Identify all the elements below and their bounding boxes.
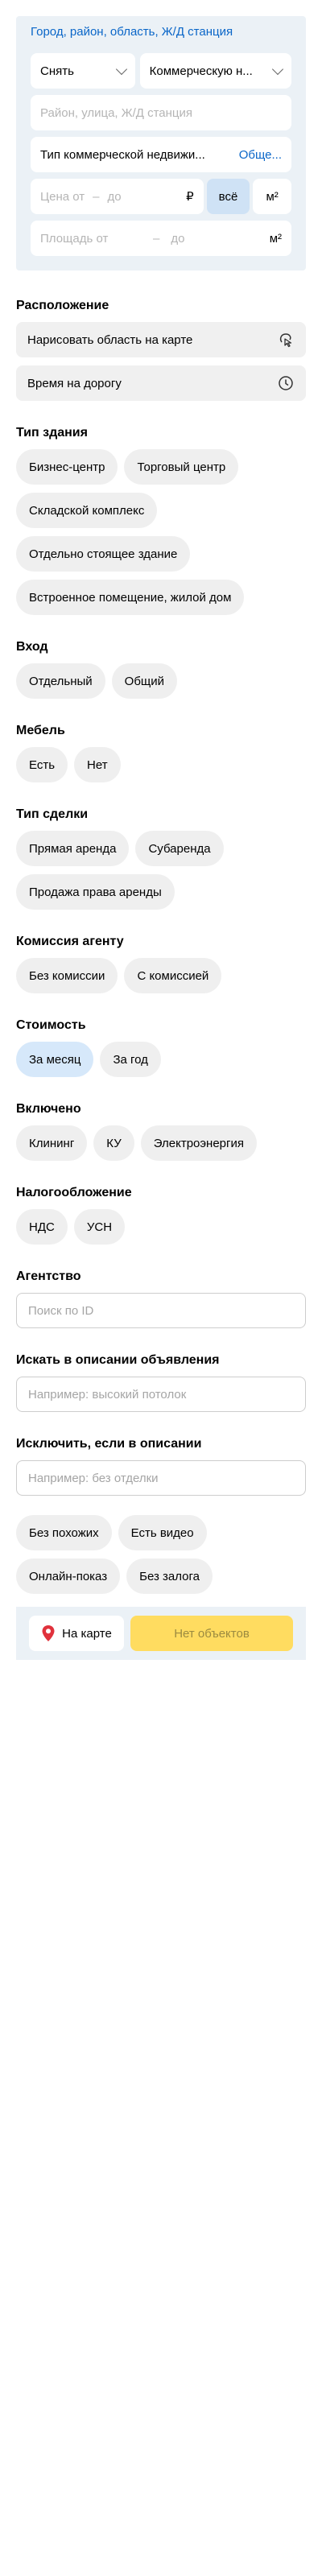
chip-taxation[interactable]: УСН	[73, 1209, 126, 1245]
map-pin-icon	[42, 1625, 55, 1641]
exclude-description-placeholder: Например: без отделки	[28, 1471, 159, 1485]
area-unit-label: м²	[269, 231, 282, 246]
chip-deal-type[interactable]: Продажа права аренды	[16, 874, 175, 910]
deal-select-value: Снять	[40, 64, 74, 78]
chip-taxation[interactable]: НДС	[16, 1209, 68, 1245]
chip-commission[interactable]: Без комиссии	[16, 958, 118, 993]
property-type-select[interactable]: Тип коммерческой недвижи... Обще...	[31, 137, 291, 172]
deal-type-chips: Прямая аренда Субаренда Продажа права ар…	[16, 831, 306, 910]
chip-commission[interactable]: С комиссией	[124, 958, 222, 993]
chip-included[interactable]: КУ	[93, 1125, 134, 1161]
area-from-placeholder: Площадь от	[40, 231, 109, 246]
section-title-furniture: Мебель	[16, 724, 65, 737]
chip-deal-type[interactable]: Субаренда	[135, 831, 224, 866]
chip-extra[interactable]: Есть видео	[118, 1515, 207, 1550]
building-type-chips: Бизнес-центр Торговый центр Складской ко…	[16, 449, 306, 615]
commission-chips: Без комиссии С комиссией	[16, 958, 306, 993]
section-title-deal-type: Тип сделки	[16, 807, 89, 821]
agency-id-input[interactable]: Поиск по ID	[16, 1293, 306, 1328]
chip-deal-type[interactable]: Прямая аренда	[16, 831, 130, 866]
chip-building-type[interactable]: Складской комплекс	[16, 493, 158, 528]
section-title-agency: Агентство	[16, 1269, 81, 1283]
chip-extra[interactable]: Без залога	[126, 1558, 213, 1594]
chip-building-type[interactable]: Бизнес-центр	[16, 449, 118, 485]
currency-label: ₽	[186, 190, 194, 204]
range-dash: –	[93, 189, 100, 204]
entrance-chips: Отдельный Общий	[16, 663, 306, 699]
section-title-cost: Стоимость	[16, 1018, 86, 1032]
chip-building-type[interactable]: Торговый центр	[124, 449, 239, 485]
furniture-chips: Есть Нет	[16, 747, 306, 782]
chip-entrance[interactable]: Общий	[111, 663, 178, 699]
chip-building-type[interactable]: Встроенное помещение, жилой дом	[16, 580, 245, 615]
property-type-link[interactable]: Обще...	[239, 148, 282, 162]
filters-list: Расположение Нарисовать область на карте…	[16, 274, 306, 1594]
chip-furniture[interactable]: Есть	[16, 747, 68, 782]
chevron-down-icon	[115, 63, 127, 75]
section-title-entrance: Вход	[16, 640, 48, 654]
address-placeholder: Район, улица, Ж/Д станция	[40, 105, 193, 120]
chip-cost[interactable]: За год	[100, 1042, 161, 1077]
area-range-input[interactable]: Площадь от – до м²	[31, 221, 291, 256]
show-on-map-button[interactable]: На карте	[29, 1616, 124, 1651]
property-type-value: Тип коммерческой недвижи...	[40, 147, 205, 162]
submit-button[interactable]: Нет объектов	[130, 1616, 293, 1651]
price-range-input[interactable]: Цена от – до ₽	[31, 179, 204, 214]
geo-link[interactable]: Город, район, область, Ж/Д станция	[31, 24, 291, 40]
bottom-action-bar: На карте Нет объектов	[16, 1607, 306, 1660]
draw-area-button[interactable]: Нарисовать область на карте	[16, 322, 306, 357]
show-on-map-label: На карте	[62, 1626, 112, 1641]
address-input[interactable]: Район, улица, Ж/Д станция	[31, 95, 291, 130]
category-select[interactable]: Коммерческую н...	[139, 53, 291, 89]
draw-area-label: Нарисовать область на карте	[27, 332, 193, 347]
chip-extra[interactable]: Без похожих	[16, 1515, 112, 1550]
section-title-location: Расположение	[16, 299, 109, 312]
chip-entrance[interactable]: Отдельный	[16, 663, 105, 699]
filters-page: Город, район, область, Ж/Д станция Снять…	[0, 0, 322, 2576]
search-description-input[interactable]: Например: высокий потолок	[16, 1377, 306, 1412]
chip-extra[interactable]: Онлайн-показ	[16, 1558, 121, 1594]
travel-time-label: Время на дорогу	[27, 376, 122, 390]
chip-furniture[interactable]: Нет	[74, 747, 121, 782]
section-title-search-description: Искать в описании объявления	[16, 1353, 220, 1367]
section-title-building-type: Тип здания	[16, 426, 88, 440]
area-to-placeholder: до	[171, 231, 185, 246]
section-title-commission: Комиссия агенту	[16, 935, 124, 948]
price-to-placeholder: до	[107, 189, 122, 204]
section-title-included: Включено	[16, 1102, 81, 1116]
chip-cost-selected[interactable]: За месяц	[16, 1042, 94, 1077]
travel-time-button[interactable]: Время на дорогу	[16, 365, 306, 401]
price-scope-m2-toggle[interactable]: м²	[253, 179, 291, 214]
price-scope-all-toggle[interactable]: всё	[206, 179, 250, 214]
price-from-placeholder: Цена от	[40, 189, 85, 204]
included-chips: Клининг КУ Электроэнергия	[16, 1125, 306, 1161]
chip-building-type[interactable]: Отдельно стоящее здание	[16, 536, 191, 572]
agency-id-placeholder: Поиск по ID	[28, 1303, 94, 1318]
search-panel: Город, район, область, Ж/Д станция Снять…	[16, 16, 306, 270]
range-dash: –	[153, 231, 160, 246]
deal-select[interactable]: Снять	[31, 53, 135, 89]
taxation-chips: НДС УСН	[16, 1209, 306, 1245]
category-select-value: Коммерческую н...	[149, 64, 253, 78]
extras-chips: Без похожих Есть видео Онлайн-показ Без …	[16, 1515, 306, 1594]
section-title-taxation: Налогообложение	[16, 1186, 132, 1199]
chip-included[interactable]: Электроэнергия	[140, 1125, 257, 1161]
chevron-down-icon	[271, 63, 284, 75]
draw-area-icon	[279, 333, 292, 348]
cost-chips: За месяц За год	[16, 1042, 306, 1077]
search-description-placeholder: Например: высокий потолок	[28, 1387, 187, 1402]
section-title-exclude-description: Исключить, если в описании	[16, 1437, 202, 1451]
exclude-description-input[interactable]: Например: без отделки	[16, 1460, 306, 1496]
chip-included[interactable]: Клининг	[16, 1125, 88, 1161]
clock-icon	[279, 376, 293, 390]
